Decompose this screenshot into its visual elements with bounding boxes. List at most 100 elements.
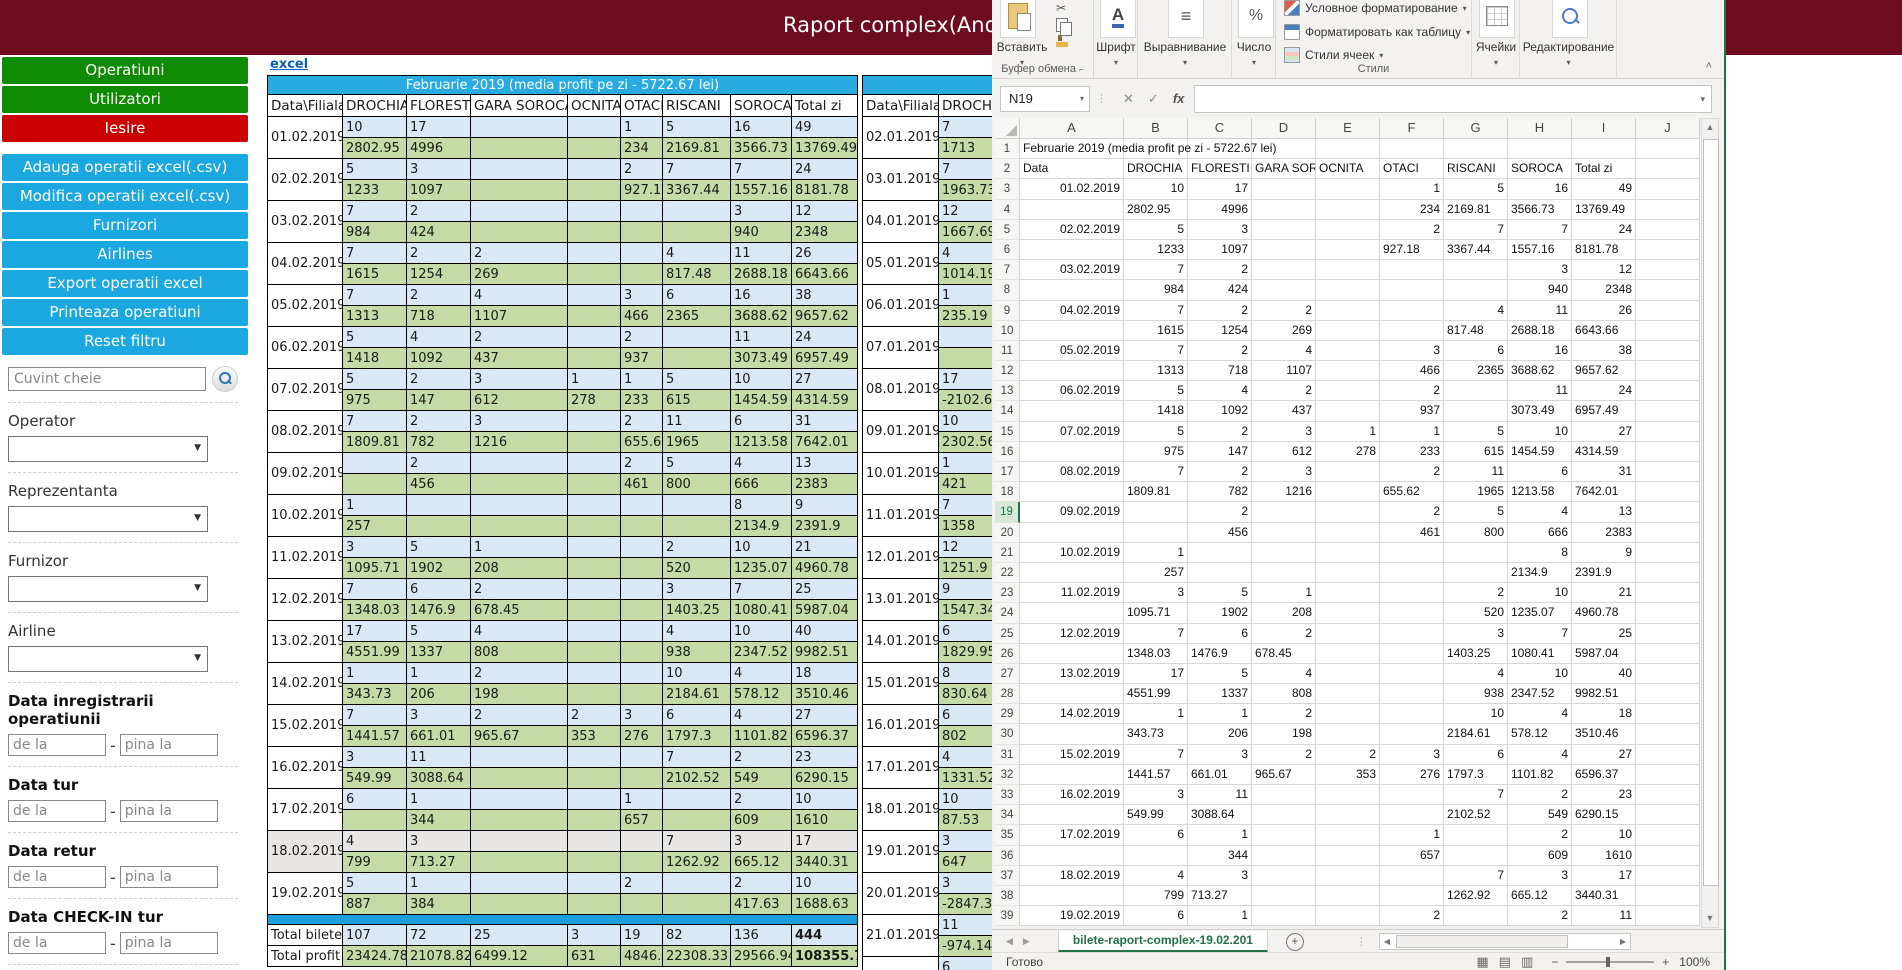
- cell-H5[interactable]: 7: [1508, 220, 1572, 240]
- cell-C21[interactable]: [1188, 543, 1252, 563]
- cell-B23[interactable]: 3: [1124, 583, 1188, 603]
- cell-C7[interactable]: 2: [1188, 260, 1252, 280]
- cell-J5[interactable]: [1636, 220, 1700, 240]
- cell-A32[interactable]: [1020, 765, 1124, 785]
- cell-A33[interactable]: 16.02.2019: [1020, 785, 1124, 805]
- cell-J8[interactable]: [1636, 280, 1700, 300]
- row-header-5[interactable]: 5: [995, 220, 1020, 240]
- cell-J16[interactable]: [1636, 442, 1700, 462]
- search-button[interactable]: [212, 366, 238, 392]
- cell-F29[interactable]: [1380, 704, 1444, 724]
- cell-F37[interactable]: [1380, 866, 1444, 886]
- cell-C26[interactable]: 1476.9: [1188, 644, 1252, 664]
- cell-I30[interactable]: 3510.46: [1572, 724, 1636, 744]
- cell-G21[interactable]: [1444, 543, 1508, 563]
- enter-icon[interactable]: ✓: [1148, 91, 1159, 107]
- cell-D17[interactable]: 3: [1252, 462, 1316, 482]
- row-header-6[interactable]: 6: [995, 240, 1020, 260]
- cell-E11[interactable]: [1316, 341, 1380, 361]
- cell-A7[interactable]: 03.02.2019: [1020, 260, 1124, 280]
- row-header-14[interactable]: 14: [995, 401, 1020, 421]
- cell-I31[interactable]: 27: [1572, 745, 1636, 765]
- row-header-21[interactable]: 21: [995, 543, 1020, 563]
- cell-J1[interactable]: [1636, 139, 1700, 159]
- collapse-ribbon-icon[interactable]: ˄: [1706, 60, 1712, 72]
- cell-J28[interactable]: [1636, 684, 1700, 704]
- cell-G29[interactable]: 10: [1444, 704, 1508, 724]
- tabbar-splitter[interactable]: ⋮: [1356, 935, 1367, 948]
- cell-B13[interactable]: 5: [1124, 381, 1188, 401]
- cell-E5[interactable]: [1316, 220, 1380, 240]
- cell-I23[interactable]: 21: [1572, 583, 1636, 603]
- row-header-31[interactable]: 31: [995, 745, 1020, 765]
- cell-C6[interactable]: 1097: [1188, 240, 1252, 260]
- row-header-20[interactable]: 20: [995, 523, 1020, 543]
- cell-H21[interactable]: 8: [1508, 543, 1572, 563]
- cell-H37[interactable]: 3: [1508, 866, 1572, 886]
- cell-F3[interactable]: 1: [1380, 179, 1444, 199]
- cell-A8[interactable]: [1020, 280, 1124, 300]
- cell-E18[interactable]: [1316, 482, 1380, 502]
- cell-B34[interactable]: 549.99: [1124, 805, 1188, 825]
- row-header-7[interactable]: 7: [995, 260, 1020, 280]
- cell-J7[interactable]: [1636, 260, 1700, 280]
- cell-E25[interactable]: [1316, 624, 1380, 644]
- cell-H23[interactable]: 10: [1508, 583, 1572, 603]
- cell-H22[interactable]: 2134.9: [1508, 563, 1572, 583]
- cell-G2[interactable]: RISCANI: [1444, 159, 1508, 179]
- cell-C17[interactable]: 2: [1188, 462, 1252, 482]
- cell-E13[interactable]: [1316, 381, 1380, 401]
- cell-I21[interactable]: 9: [1572, 543, 1636, 563]
- cell-D4[interactable]: [1252, 200, 1316, 220]
- row-header-29[interactable]: 29: [995, 704, 1020, 724]
- cell-J34[interactable]: [1636, 805, 1700, 825]
- cell-I8[interactable]: 2348: [1572, 280, 1636, 300]
- row-header-13[interactable]: 13: [995, 381, 1020, 401]
- cell-H8[interactable]: 940: [1508, 280, 1572, 300]
- cell-I29[interactable]: 18: [1572, 704, 1636, 724]
- cell-G12[interactable]: 2365: [1444, 361, 1508, 381]
- cell-J31[interactable]: [1636, 745, 1700, 765]
- cell-H18[interactable]: 1213.58: [1508, 482, 1572, 502]
- cell-B12[interactable]: 1313: [1124, 361, 1188, 381]
- cell-J22[interactable]: [1636, 563, 1700, 583]
- cell-D37[interactable]: [1252, 866, 1316, 886]
- cell-E3[interactable]: [1316, 179, 1380, 199]
- cell-F28[interactable]: [1380, 684, 1444, 704]
- cell-F33[interactable]: [1380, 785, 1444, 805]
- cell-J14[interactable]: [1636, 401, 1700, 421]
- cell-A10[interactable]: [1020, 321, 1124, 341]
- cell-G27[interactable]: 4: [1444, 664, 1508, 684]
- column-header-G[interactable]: G: [1444, 118, 1508, 139]
- cell-B4[interactable]: 2802.95: [1124, 200, 1188, 220]
- sidebar-button-utilizatori[interactable]: Utilizatori: [2, 86, 248, 113]
- cell-J6[interactable]: [1636, 240, 1700, 260]
- column-header-F[interactable]: F: [1380, 118, 1444, 139]
- cell-A11[interactable]: 05.02.2019: [1020, 341, 1124, 361]
- zoom-slider-thumb[interactable]: [1606, 957, 1610, 967]
- cell-I26[interactable]: 5987.04: [1572, 644, 1636, 664]
- new-sheet-icon[interactable]: +: [1286, 933, 1304, 951]
- row-header-37[interactable]: 37: [995, 866, 1020, 886]
- cell-A31[interactable]: 15.02.2019: [1020, 745, 1124, 765]
- date-to-input[interactable]: [120, 800, 218, 822]
- cell-F10[interactable]: [1380, 321, 1444, 341]
- cell-H32[interactable]: 1101.82: [1508, 765, 1572, 785]
- cell-B28[interactable]: 4551.99: [1124, 684, 1188, 704]
- cells-button[interactable]: [1479, 0, 1515, 38]
- cell-D9[interactable]: 2: [1252, 301, 1316, 321]
- column-header-C[interactable]: C: [1188, 118, 1252, 139]
- row-header-25[interactable]: 25: [995, 624, 1020, 644]
- date-to-input[interactable]: [120, 932, 218, 954]
- cell-A6[interactable]: [1020, 240, 1124, 260]
- row-header-9[interactable]: 9: [995, 301, 1020, 321]
- cell-F21[interactable]: [1380, 543, 1444, 563]
- cell-A38[interactable]: [1020, 886, 1124, 906]
- cell-C20[interactable]: 456: [1188, 523, 1252, 543]
- cell-A37[interactable]: 18.02.2019: [1020, 866, 1124, 886]
- cell-H17[interactable]: 6: [1508, 462, 1572, 482]
- cell-D30[interactable]: 198: [1252, 724, 1316, 744]
- cell-G22[interactable]: [1444, 563, 1508, 583]
- cell-J15[interactable]: [1636, 422, 1700, 442]
- cell-G34[interactable]: 2102.52: [1444, 805, 1508, 825]
